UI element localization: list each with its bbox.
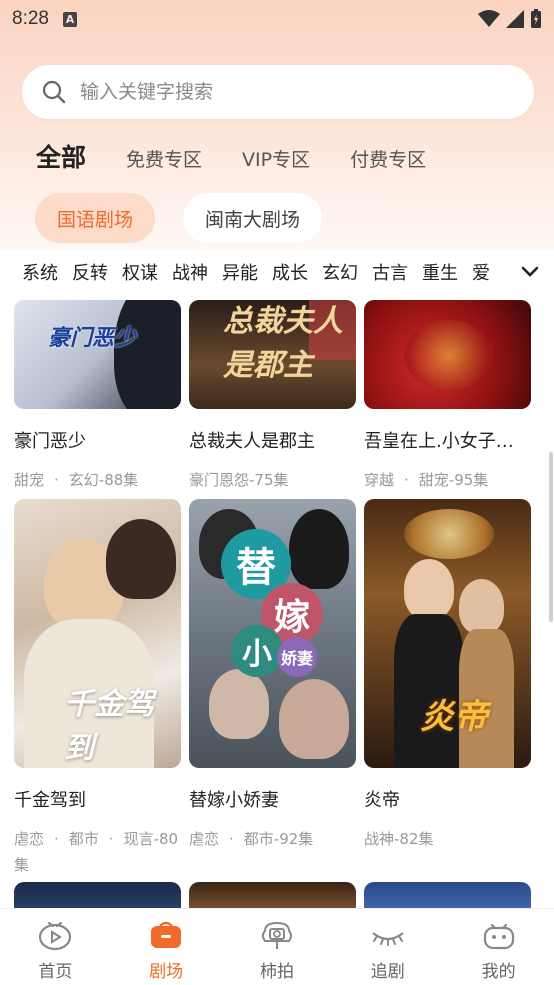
tag-item[interactable]: 系统 <box>22 259 58 285</box>
tag-item[interactable]: 战神 <box>172 259 208 285</box>
drama-card[interactable] <box>364 882 531 908</box>
tab-vip[interactable]: VIP专区 <box>242 145 310 172</box>
drama-poster <box>14 882 181 908</box>
tag-item[interactable]: 古言 <box>372 259 408 285</box>
tag-item[interactable]: 权谋 <box>122 259 158 285</box>
drama-card[interactable]: 替 嫁 小 娇妻 替嫁小娇妻 虐恋 · 都市-92集 <box>189 499 356 852</box>
nav-theater[interactable]: 剧场 <box>111 909 222 985</box>
tag-item[interactable]: 爱 <box>472 259 490 285</box>
drama-title: 总裁夫人是郡主 <box>189 431 315 452</box>
search-input[interactable] <box>80 81 500 103</box>
drama-title: 吾皇在上.小女子… <box>364 431 514 452</box>
drama-meta: 豪门恩怨-75集 <box>189 471 289 489</box>
briefcase-icon <box>151 921 182 948</box>
drama-meta: 虐恋 · 都市-92集 <box>189 830 314 848</box>
scrollbar-thumb[interactable] <box>549 452 553 622</box>
drama-title: 炎帝 <box>364 790 400 811</box>
chevron-down-icon <box>521 266 539 277</box>
nav-label: 柿拍 <box>259 962 294 982</box>
nav-label: 首页 <box>38 962 73 982</box>
drama-card[interactable] <box>189 882 356 908</box>
title-char-bubble: 小 <box>231 625 283 677</box>
drama-poster <box>364 882 531 908</box>
drama-poster: 千金驾到 <box>14 499 181 768</box>
status-bar: 8:28 A <box>0 0 554 38</box>
tab-free[interactable]: 免费专区 <box>126 145 202 172</box>
drama-meta: 穿越 · 甜宠-95集 <box>364 471 489 489</box>
drama-meta: 甜宠 · 玄幻-88集 <box>14 471 139 489</box>
chip-mandarin-theater[interactable]: 国语剧场 <box>35 193 156 243</box>
tag-item[interactable]: 成长 <box>272 259 308 285</box>
tag-item[interactable]: 玄幻 <box>322 259 358 285</box>
drama-poster: 总裁夫人是郡主 <box>189 300 356 409</box>
nav-profile[interactable]: 我的 <box>443 909 554 985</box>
tag-item[interactable]: 异能 <box>222 259 258 285</box>
tab-paid[interactable]: 付费专区 <box>350 145 426 172</box>
drama-title: 千金驾到 <box>14 790 86 811</box>
drama-poster <box>189 882 356 908</box>
drama-card[interactable]: 总裁夫人是郡主 总裁夫人是郡主 豪门恩怨-75集 <box>189 300 356 493</box>
bottom-navigation: 首页 剧场 柿拍 追剧 我的 <box>0 908 554 985</box>
drama-title: 替嫁小娇妻 <box>189 790 279 811</box>
drama-poster: 炎帝 <box>364 499 531 768</box>
poster-title: 千金驾到 <box>64 687 154 766</box>
poster-title: 总裁夫人是郡主 <box>223 304 343 383</box>
notification-a-icon: A <box>62 11 77 27</box>
genre-tag-row: 系统 反转 权谋 战神 异能 成长 玄幻 古言 重生 爱 <box>0 250 554 294</box>
drama-poster <box>364 300 531 409</box>
chip-minnan-theater[interactable]: 闽南大剧场 <box>183 193 323 243</box>
wifi-icon <box>478 10 500 27</box>
signal-icon <box>506 10 524 28</box>
tag-item[interactable]: 重生 <box>422 259 458 285</box>
nav-follow[interactable]: 追剧 <box>332 909 443 985</box>
expand-tags-button[interactable] <box>506 250 554 294</box>
eye-closed-icon <box>372 932 404 946</box>
search-bar[interactable] <box>22 65 534 119</box>
search-icon <box>42 80 66 104</box>
tv-icon <box>39 921 72 951</box>
status-time: 8:28 <box>12 8 49 29</box>
drama-card[interactable]: 炎帝 炎帝 战神-82集 <box>364 499 531 852</box>
drama-card[interactable] <box>14 882 181 908</box>
drama-meta: 战神-82集 <box>364 830 434 848</box>
drama-card[interactable]: 豪门恶少 豪门恶少 甜宠 · 玄幻-88集 <box>14 300 181 493</box>
battery-icon <box>531 9 541 28</box>
poster-title: 炎帝 <box>420 697 488 737</box>
drama-grid: 豪门恶少 豪门恶少 甜宠 · 玄幻-88集 总裁夫人是郡主 总裁夫人是郡主 豪门恩怨… <box>0 300 554 908</box>
theater-chips: 国语剧场 闽南大剧场 <box>35 193 323 243</box>
nav-label: 追剧 <box>370 962 405 982</box>
camera-icon <box>261 921 292 949</box>
nav-label: 剧场 <box>149 962 184 982</box>
nav-shoot[interactable]: 柿拍 <box>222 909 333 985</box>
tag-item[interactable]: 反转 <box>72 259 108 285</box>
drama-card[interactable]: 千金驾到 千金驾到 虐恋 · 都市 · 现言-80集 <box>14 499 181 878</box>
robot-icon <box>483 923 514 950</box>
drama-card[interactable]: 吾皇在上.小女子… 穿越 · 甜宠-95集 <box>364 300 531 493</box>
nav-label: 我的 <box>481 962 516 982</box>
poster-title: 豪门恶少 <box>48 326 137 351</box>
category-tabs: 全部 免费专区 VIP专区 付费专区 <box>36 138 466 178</box>
drama-title: 豪门恶少 <box>14 431 86 452</box>
nav-home[interactable]: 首页 <box>0 909 111 985</box>
drama-poster: 替 嫁 小 娇妻 <box>189 499 356 768</box>
tab-all[interactable]: 全部 <box>36 138 86 174</box>
drama-meta: 虐恋 · 都市 · 现言-80集 <box>14 830 179 874</box>
title-char-bubble: 娇妻 <box>277 637 317 677</box>
drama-poster: 豪门恶少 <box>14 300 181 409</box>
